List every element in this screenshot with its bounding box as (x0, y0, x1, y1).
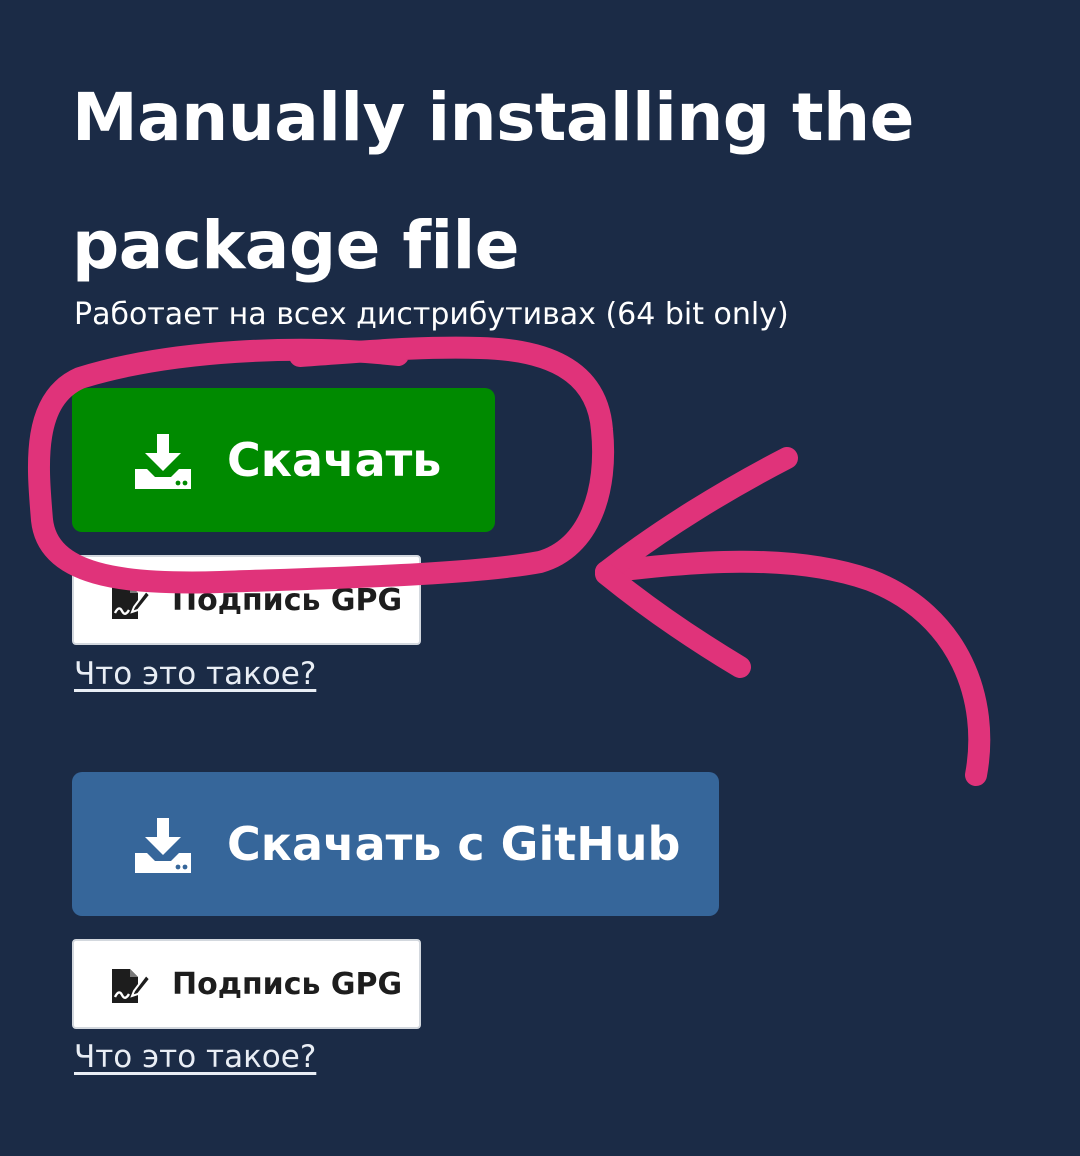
what-is-this-link[interactable]: Что это такое? (74, 654, 316, 694)
download-github-button[interactable]: Скачать с GitHub (72, 772, 719, 916)
arrow-head-lower (595, 563, 751, 678)
download-button[interactable]: Скачать (72, 388, 495, 532)
signature-file-icon (112, 969, 150, 1003)
download-button-label: Скачать (227, 433, 442, 487)
page-title: Manually installing the package file (72, 79, 914, 284)
gpg-signature-button[interactable]: Подпись GPG (72, 555, 421, 645)
signature-file-icon (112, 585, 150, 619)
arrow-head-upper (595, 447, 798, 583)
download-github-label: Скачать с GitHub (227, 817, 681, 871)
arrow-shaft (595, 550, 991, 786)
gpg-signature-label: Подпись GPG (172, 967, 403, 1002)
download-icon (135, 818, 191, 873)
what-is-this-link[interactable]: Что это такое? (74, 1037, 316, 1077)
gpg-signature-button[interactable]: Подпись GPG (72, 939, 421, 1029)
page-subtitle: Работает на всех дистрибутивах (64 bit o… (74, 297, 789, 332)
download-icon (135, 434, 191, 489)
gpg-signature-label: Подпись GPG (172, 583, 403, 618)
